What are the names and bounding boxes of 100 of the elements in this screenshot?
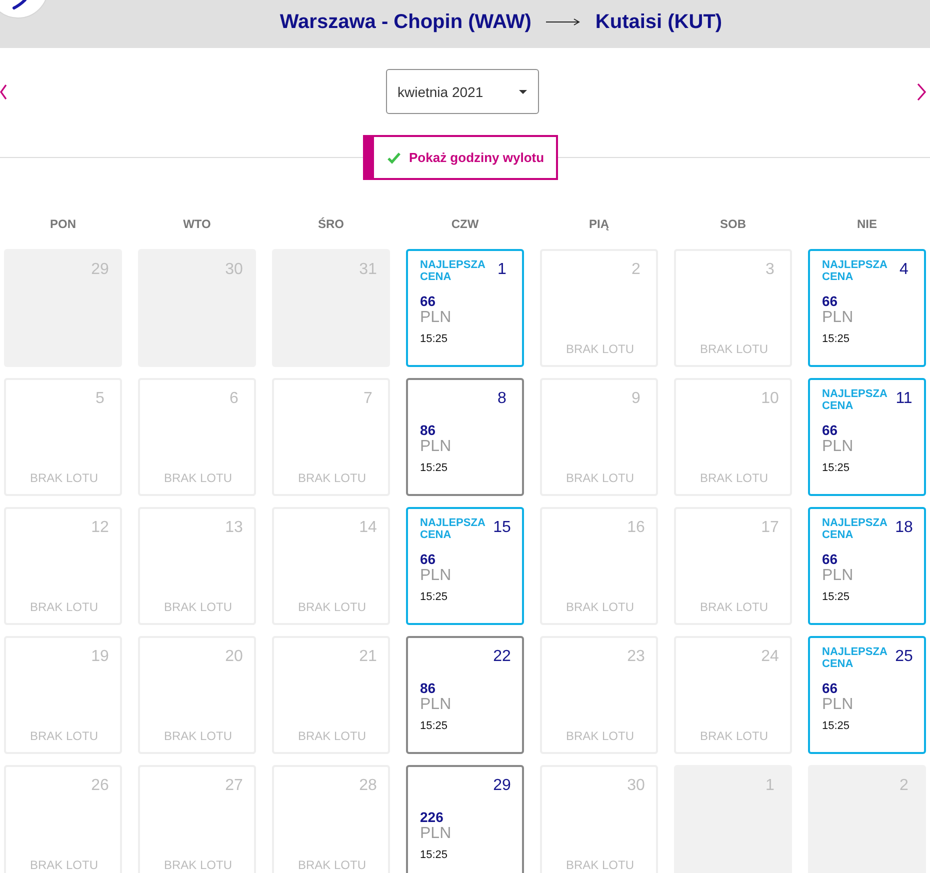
departure-time: 15:25	[420, 333, 448, 346]
departure-time: 15:25	[822, 462, 850, 475]
best-price-label: NAJLEPSZA CENA	[822, 259, 888, 283]
price-amount: 66	[420, 552, 436, 566]
day-number: 15	[492, 519, 512, 537]
no-flight-label: BRAK LOTU	[28, 729, 99, 743]
day-cell[interactable]: 22 86 PLN 15:25	[406, 636, 524, 754]
weekday-label: SOB	[718, 217, 747, 231]
no-flight-label: BRAK LOTU	[698, 600, 769, 614]
day-cell[interactable]: NAJLEPSZA CENA 4 66 PLN 15:25	[808, 249, 926, 367]
long-arrow-icon	[546, 18, 580, 26]
day-number: 7	[362, 390, 374, 408]
day-number: 27	[224, 777, 244, 795]
no-flight-label: BRAK LOTU	[28, 858, 99, 872]
edit-button[interactable]	[0, 0, 48, 20]
currency-label: PLN	[420, 310, 452, 326]
day-number: 28	[358, 777, 378, 795]
day-number: 11	[894, 390, 914, 408]
next-month-button[interactable]	[917, 82, 926, 100]
day-number: 20	[224, 648, 244, 666]
no-flight-label: BRAK LOTU	[698, 729, 769, 743]
departure-times-toggle[interactable]: Pokaż godziny wylotu	[363, 135, 558, 180]
day-number: 26	[90, 777, 110, 795]
day-number: 14	[358, 519, 378, 537]
no-flight-label: BRAK LOTU	[296, 471, 367, 485]
no-flight-label: BRAK LOTU	[296, 729, 367, 743]
currency-label: PLN	[420, 439, 452, 455]
no-flight-label: BRAK LOTU	[296, 600, 367, 614]
weekday-label: CZW	[450, 217, 480, 231]
best-price-label: NAJLEPSZA CENA	[822, 517, 888, 541]
day-number: 13	[224, 519, 244, 537]
currency-label: PLN	[822, 310, 854, 326]
price-amount: 86	[420, 423, 436, 437]
route-destination: Kutaisi (KUT)	[595, 10, 722, 34]
day-number: 22	[492, 648, 512, 666]
no-flight-label: BRAK LOTU	[296, 858, 367, 872]
price-amount: 66	[420, 294, 436, 308]
day-number: 29	[492, 777, 512, 795]
departure-time: 15:25	[822, 591, 850, 604]
price-amount: 66	[822, 681, 838, 695]
weekday-label: WTO	[182, 217, 212, 231]
price-amount: 86	[420, 681, 436, 695]
no-flight-label: BRAK LOTU	[564, 342, 635, 356]
no-flight-label: BRAK LOTU	[698, 471, 769, 485]
departure-time: 15:25	[420, 462, 448, 475]
price-amount: 226	[420, 810, 444, 824]
departure-time: 15:25	[420, 591, 448, 604]
pen-icon	[12, 0, 26, 10]
no-flight-label: BRAK LOTU	[162, 729, 233, 743]
departure-time: 15:25	[420, 720, 448, 733]
day-number: 21	[358, 648, 378, 666]
day-number: 24	[760, 648, 780, 666]
day-number: 9	[630, 390, 642, 408]
currency-label: PLN	[822, 439, 854, 455]
departure-time: 15:25	[420, 849, 448, 862]
day-number: 1	[496, 261, 508, 279]
no-flight-label: BRAK LOTU	[564, 471, 635, 485]
day-cell[interactable]: NAJLEPSZA CENA 1 66 PLN 15:25	[406, 249, 524, 367]
departure-time: 15:25	[822, 720, 850, 733]
day-number: 25	[894, 648, 914, 666]
day-cell[interactable]: 29 226 PLN 15:25	[406, 765, 524, 873]
weekday-label: PON	[48, 217, 77, 231]
day-number: 4	[898, 261, 910, 279]
no-flight-label: BRAK LOTU	[564, 729, 635, 743]
no-flight-label: BRAK LOTU	[28, 471, 99, 485]
day-cell[interactable]: 8 86 PLN 15:25	[406, 378, 524, 496]
price-amount: 66	[822, 294, 838, 308]
day-number: 10	[760, 390, 780, 408]
best-price-label: NAJLEPSZA CENA	[420, 259, 486, 283]
day-number: 3	[764, 261, 776, 279]
day-number: 12	[90, 519, 110, 537]
currency-label: PLN	[420, 826, 452, 842]
day-number: 6	[228, 390, 240, 408]
chevron-left-icon	[0, 84, 7, 100]
chevron-right-icon	[917, 82, 926, 100]
no-flight-label: BRAK LOTU	[564, 858, 635, 872]
day-number: 8	[496, 390, 508, 408]
currency-label: PLN	[822, 568, 854, 584]
caret-icon	[518, 90, 526, 94]
no-flight-label: BRAK LOTU	[564, 600, 635, 614]
month-select[interactable]: kwietnia 2021	[386, 69, 538, 114]
best-price-label: NAJLEPSZA CENA	[420, 517, 486, 541]
day-number: 30	[626, 777, 646, 795]
day-number: 17	[760, 519, 780, 537]
day-number: 16	[626, 519, 646, 537]
no-flight-label: BRAK LOTU	[28, 600, 99, 614]
route-origin: Warszawa - Chopin (WAW)	[280, 10, 532, 34]
no-flight-label: BRAK LOTU	[698, 342, 769, 356]
price-amount: 66	[822, 552, 838, 566]
weekday-label: PIĄ	[588, 217, 610, 231]
currency-label: PLN	[420, 697, 452, 713]
day-number: 19	[90, 648, 110, 666]
check-icon	[387, 152, 401, 164]
currency-label: PLN	[420, 568, 452, 584]
day-number: 5	[94, 390, 106, 408]
day-number: 2	[630, 261, 642, 279]
currency-label: PLN	[822, 697, 854, 713]
best-price-label: NAJLEPSZA CENA	[822, 388, 888, 412]
price-amount: 66	[822, 423, 838, 437]
previous-month-button[interactable]	[0, 84, 7, 100]
